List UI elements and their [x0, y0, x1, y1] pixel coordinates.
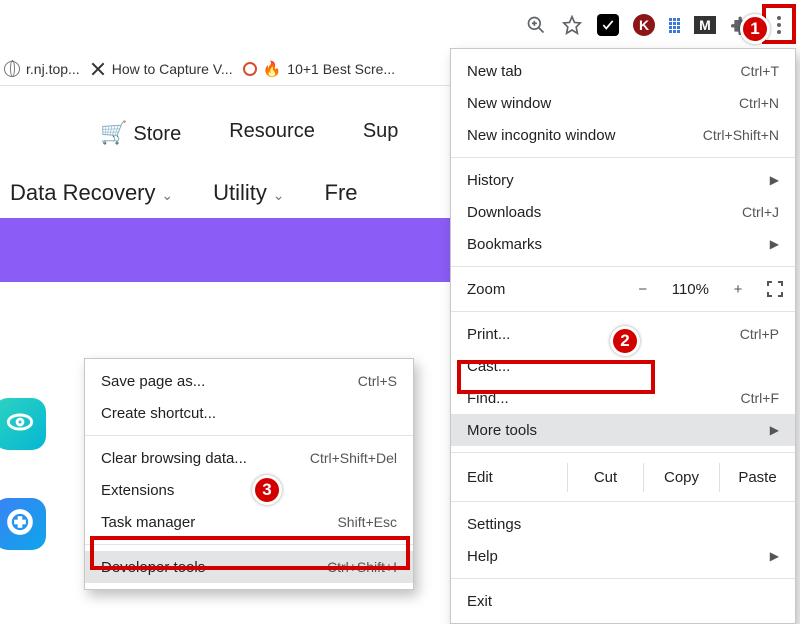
submenu-item-task-manager[interactable]: Task manager Shift+Esc: [85, 506, 413, 538]
annotation-badge: 1: [740, 14, 770, 44]
edit-paste-button[interactable]: Paste: [719, 463, 795, 492]
menu-label: Bookmarks: [467, 236, 542, 253]
annotation-box: [457, 360, 655, 394]
favicon-icon: [243, 62, 257, 76]
menu-item-new-window[interactable]: New window Ctrl+N: [451, 87, 795, 119]
submenu-arrow-icon: ▶: [770, 423, 779, 437]
edit-copy-button[interactable]: Copy: [643, 463, 719, 492]
menu-separator: [451, 501, 795, 502]
nav-link[interactable]: Fre: [325, 180, 358, 206]
submenu-arrow-icon: ▶: [770, 173, 779, 187]
menu-item-bookmarks[interactable]: Bookmarks ▶: [451, 228, 795, 260]
menu-item-edit: Edit Cut Copy Paste: [451, 459, 795, 495]
menu-label: Print...: [467, 326, 510, 343]
menu-label: Clear browsing data...: [101, 450, 247, 467]
menu-label: New tab: [467, 63, 522, 80]
menu-label: Create shortcut...: [101, 405, 216, 422]
zoom-in-button[interactable]: +: [731, 281, 745, 298]
menu-label: Save page as...: [101, 373, 205, 390]
menu-item-downloads[interactable]: Downloads Ctrl+J: [451, 196, 795, 228]
menu-separator: [85, 435, 413, 436]
shield-plus-icon: [6, 508, 34, 540]
bookmarks-bar: r.nj.top... How to Capture V... 🔥 10+1 B…: [0, 52, 450, 86]
nav-link[interactable]: Utility ⌄: [213, 180, 284, 206]
annotation-badge: 2: [610, 326, 640, 356]
bookmark-item[interactable]: How to Capture V...: [90, 61, 233, 77]
annotation-box: [90, 536, 410, 570]
menu-item-settings[interactable]: Settings: [451, 508, 795, 540]
shortcut: Ctrl+S: [358, 373, 397, 389]
menu-label: Edit: [467, 469, 567, 486]
bookmark-item[interactable]: r.nj.top...: [4, 61, 80, 77]
globe-icon: [4, 61, 20, 77]
menu-label: New window: [467, 95, 551, 112]
menu-label: Task manager: [101, 514, 195, 531]
menu-separator: [451, 266, 795, 267]
extension-icon[interactable]: K: [633, 14, 655, 36]
menu-separator: [451, 311, 795, 312]
shortcut: Shift+Esc: [337, 514, 397, 530]
nav-link[interactable]: Sup: [363, 120, 399, 146]
menu-item-new-tab[interactable]: New tab Ctrl+T: [451, 55, 795, 87]
submenu-item-extensions[interactable]: Extensions: [85, 474, 413, 506]
favicon-icon: [90, 61, 106, 77]
menu-label: History: [467, 172, 514, 189]
menu-item-history[interactable]: History ▶: [451, 164, 795, 196]
menu-item-more-tools[interactable]: More tools ▶: [451, 414, 795, 446]
zoom-level-icon[interactable]: [525, 14, 547, 36]
menu-separator: [451, 157, 795, 158]
zoom-value: 110%: [672, 281, 709, 298]
site-nav: 🛒Store Resource Sup: [0, 86, 450, 164]
bookmark-label: r.nj.top...: [26, 61, 80, 77]
menu-item-exit[interactable]: Exit: [451, 585, 795, 617]
bookmark-label: How to Capture V...: [112, 61, 233, 77]
shortcut: Ctrl+F: [741, 390, 780, 406]
shortcut: Ctrl+N: [739, 95, 779, 111]
edit-cut-button[interactable]: Cut: [567, 463, 643, 492]
annotation-badge: 3: [252, 475, 282, 505]
nav-link[interactable]: 🛒Store: [100, 120, 181, 146]
shortcut: Ctrl+T: [741, 63, 780, 79]
submenu-item-save-page[interactable]: Save page as... Ctrl+S: [85, 365, 413, 397]
menu-item-help[interactable]: Help ▶: [451, 540, 795, 572]
extension-icon[interactable]: [597, 14, 619, 36]
bookmark-item[interactable]: 🔥 10+1 Best Scre...: [243, 60, 395, 78]
menu-item-zoom: Zoom − 110% +: [451, 273, 795, 305]
menu-item-new-incognito[interactable]: New incognito window Ctrl+Shift+N: [451, 119, 795, 151]
nav-link[interactable]: Data Recovery ⌄: [10, 180, 173, 206]
shortcut: Ctrl+J: [742, 204, 779, 220]
menu-label: Help: [467, 548, 498, 565]
fire-icon: 🔥: [263, 60, 282, 78]
submenu-item-clear-browsing[interactable]: Clear browsing data... Ctrl+Shift+Del: [85, 442, 413, 474]
shortcut: Ctrl+Shift+N: [703, 127, 779, 143]
nav-link[interactable]: Resource: [229, 120, 315, 146]
menu-label: Downloads: [467, 204, 541, 221]
app-icon[interactable]: [0, 498, 46, 550]
submenu-arrow-icon: ▶: [770, 237, 779, 251]
fullscreen-icon[interactable]: [767, 281, 783, 297]
chevron-down-icon: ⌄: [269, 187, 285, 203]
chevron-down-icon: ⌄: [158, 187, 174, 203]
bookmark-star-icon[interactable]: [561, 14, 583, 36]
submenu-item-create-shortcut[interactable]: Create shortcut...: [85, 397, 413, 429]
menu-separator: [451, 452, 795, 453]
bookmark-label: 10+1 Best Scre...: [287, 61, 395, 77]
menu-label: New incognito window: [467, 127, 615, 144]
zoom-out-button[interactable]: −: [636, 281, 650, 298]
extension-icon[interactable]: M: [694, 16, 716, 34]
menu-label: Exit: [467, 593, 492, 610]
menu-label: More tools: [467, 422, 537, 439]
submenu-arrow-icon: ▶: [770, 549, 779, 563]
eye-icon: [6, 408, 34, 440]
cart-icon: 🛒: [100, 120, 127, 145]
menu-label: Settings: [467, 516, 521, 533]
menu-label: Zoom: [467, 281, 505, 298]
shortcut: Ctrl+P: [740, 326, 779, 342]
app-icon[interactable]: [0, 398, 46, 450]
extension-icon[interactable]: [669, 18, 680, 33]
menu-label: Extensions: [101, 482, 174, 499]
page-banner: [0, 218, 450, 282]
shortcut: Ctrl+Shift+Del: [310, 450, 397, 466]
menu-separator: [451, 578, 795, 579]
